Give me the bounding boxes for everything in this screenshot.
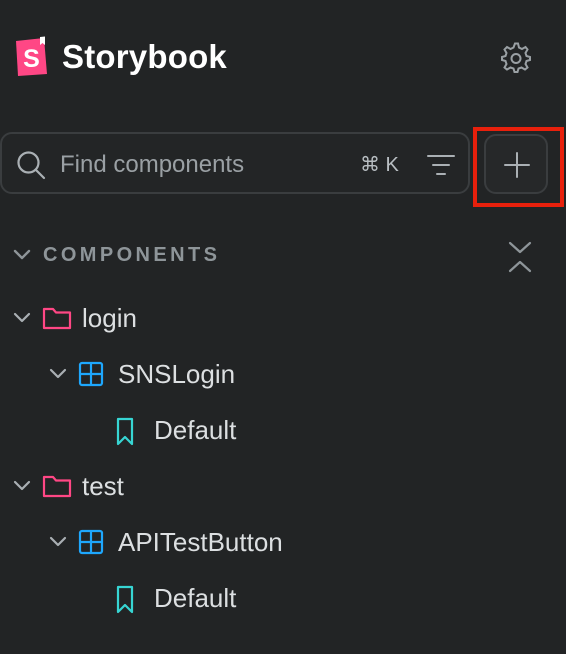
chevron-down-icon xyxy=(49,368,67,379)
folder-icon xyxy=(42,475,72,498)
component-icon xyxy=(78,529,104,555)
add-story-button[interactable] xyxy=(484,134,548,194)
tree-item-component[interactable]: APITestButton xyxy=(0,519,566,567)
bookmark-icon xyxy=(116,585,134,614)
filter-icon[interactable] xyxy=(426,152,456,178)
tree-item-label: test xyxy=(82,471,124,501)
chevron-down-icon xyxy=(13,312,31,323)
tree-item-label: SNSLogin xyxy=(118,359,236,389)
tree-item-story[interactable]: Default xyxy=(0,575,566,623)
tree-item-group[interactable]: test xyxy=(0,463,566,511)
search-icon xyxy=(17,151,46,180)
chevron-down-icon xyxy=(49,536,67,547)
search-box[interactable]: ⌘ K xyxy=(0,132,470,194)
search-shortcut-hint: ⌘ K xyxy=(360,154,399,176)
folder-icon xyxy=(42,307,72,330)
collapse-all-icon[interactable] xyxy=(506,240,534,274)
search-input[interactable] xyxy=(58,144,342,186)
app-title: Storybook xyxy=(62,38,227,75)
sidebar-header: S Storybook xyxy=(0,0,566,120)
plus-icon xyxy=(504,152,530,178)
chevron-down-icon xyxy=(13,249,31,260)
tree-item-label: APITestButton xyxy=(118,527,283,557)
gear-icon[interactable] xyxy=(500,42,532,74)
chevron-down-icon xyxy=(13,480,31,491)
bookmark-icon xyxy=(116,417,134,446)
components-section-header[interactable]: COMPONENTS xyxy=(0,236,566,280)
logo-letter: S xyxy=(23,45,40,73)
section-title: COMPONENTS xyxy=(43,244,221,266)
tree-item-label: Default xyxy=(154,415,237,445)
tree-item-component[interactable]: SNSLogin xyxy=(0,351,566,399)
tree-item-story[interactable]: Default xyxy=(0,407,566,455)
component-icon xyxy=(78,361,104,387)
tree-item-label: Default xyxy=(154,583,237,613)
storybook-logo[interactable]: S xyxy=(14,36,50,78)
tree-item-label: login xyxy=(82,303,137,333)
tree-item-group[interactable]: login xyxy=(0,295,566,343)
